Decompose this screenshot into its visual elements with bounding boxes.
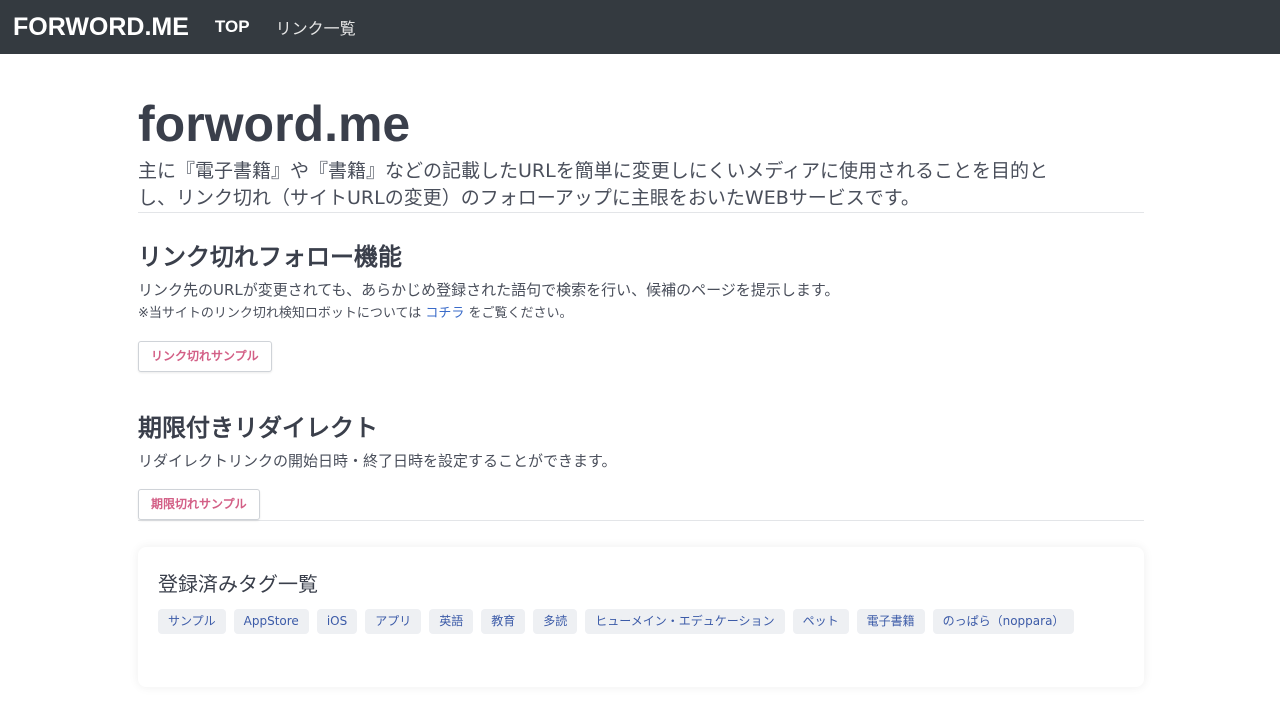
- page-title: forword.me: [138, 96, 411, 152]
- hero-lead-line-2: し、リンク切れ（サイトURLの変更）のフォローアップに主眼をおいたWEBサービス…: [138, 187, 920, 209]
- tag-item[interactable]: iOS: [316, 609, 358, 634]
- registered-tags-card: 登録済みタグ一覧 サンプル AppStore iOS アプリ 英語 教育 多読 …: [138, 547, 1144, 687]
- feature-timed-redirect-title: 期限付きリダイレクト: [138, 414, 378, 442]
- robot-note: ※当サイトのリンク切れ検知ロボットについては コチラ をご覧ください。: [138, 304, 1144, 324]
- robot-info-link[interactable]: コチラ: [425, 306, 464, 321]
- feature-link-follow: リンク切れフォロー機能 リンク先のURLが変更されても、あらかじめ登録された語句…: [138, 241, 1144, 372]
- tag-item[interactable]: 多読: [533, 609, 578, 634]
- nav-item-top[interactable]: TOP: [215, 17, 250, 37]
- top-navbar: FORWORD.ME TOP リンク一覧: [0, 0, 1280, 54]
- tag-item[interactable]: AppStore: [233, 609, 309, 634]
- brand-logo[interactable]: FORWORD.ME: [13, 13, 189, 42]
- section-divider: [138, 212, 1144, 213]
- tag-item[interactable]: ペット: [792, 609, 849, 634]
- robot-note-suffix: をご覧ください。: [468, 306, 573, 321]
- section-divider: [138, 520, 1144, 521]
- tag-item[interactable]: ヒューメイン・エデュケーション: [585, 609, 785, 634]
- expired-sample-button[interactable]: 期限切れサンプル: [138, 489, 260, 520]
- tag-item[interactable]: サンプル: [158, 609, 226, 634]
- feature-timed-redirect-description: リダイレクトリンクの開始日時・終了日時を設定することができます。: [138, 452, 617, 470]
- hero-lead: 主に『電子書籍』や『書籍』などの記載したURLを簡単に変更しにくいメディアに使用…: [138, 158, 1148, 212]
- feature-link-follow-description: リンク先のURLが変更されても、あらかじめ登録された語句で検索を行い、候補のペー…: [138, 281, 840, 299]
- tag-item[interactable]: 電子書籍: [856, 609, 925, 634]
- tag-item[interactable]: のっぱら（noppara）: [932, 609, 1075, 634]
- registered-tags-title: 登録済みタグ一覧: [158, 572, 318, 596]
- tag-list: サンプル AppStore iOS アプリ 英語 教育 多読 ヒューメイン・エデ…: [158, 609, 1124, 634]
- tag-item[interactable]: アプリ: [365, 609, 422, 634]
- hero-lead-line-1: 主に『電子書籍』や『書籍』などの記載したURLを簡単に変更しにくいメディアに使用…: [138, 160, 1048, 182]
- link-broken-sample-button[interactable]: リンク切れサンプル: [138, 341, 272, 372]
- tag-item[interactable]: 教育: [481, 609, 526, 634]
- nav-item-link-list[interactable]: リンク一覧: [276, 15, 356, 39]
- robot-note-prefix: ※当サイトのリンク切れ検知ロボットについては: [138, 306, 422, 321]
- main-container: forword.me 主に『電子書籍』や『書籍』などの記載したURLを簡単に変更…: [138, 54, 1144, 687]
- tag-item[interactable]: 英語: [429, 609, 474, 634]
- feature-link-follow-title: リンク切れフォロー機能: [138, 243, 402, 271]
- feature-timed-redirect: 期限付きリダイレクト リダイレクトリンクの開始日時・終了日時を設定することができ…: [138, 412, 1144, 520]
